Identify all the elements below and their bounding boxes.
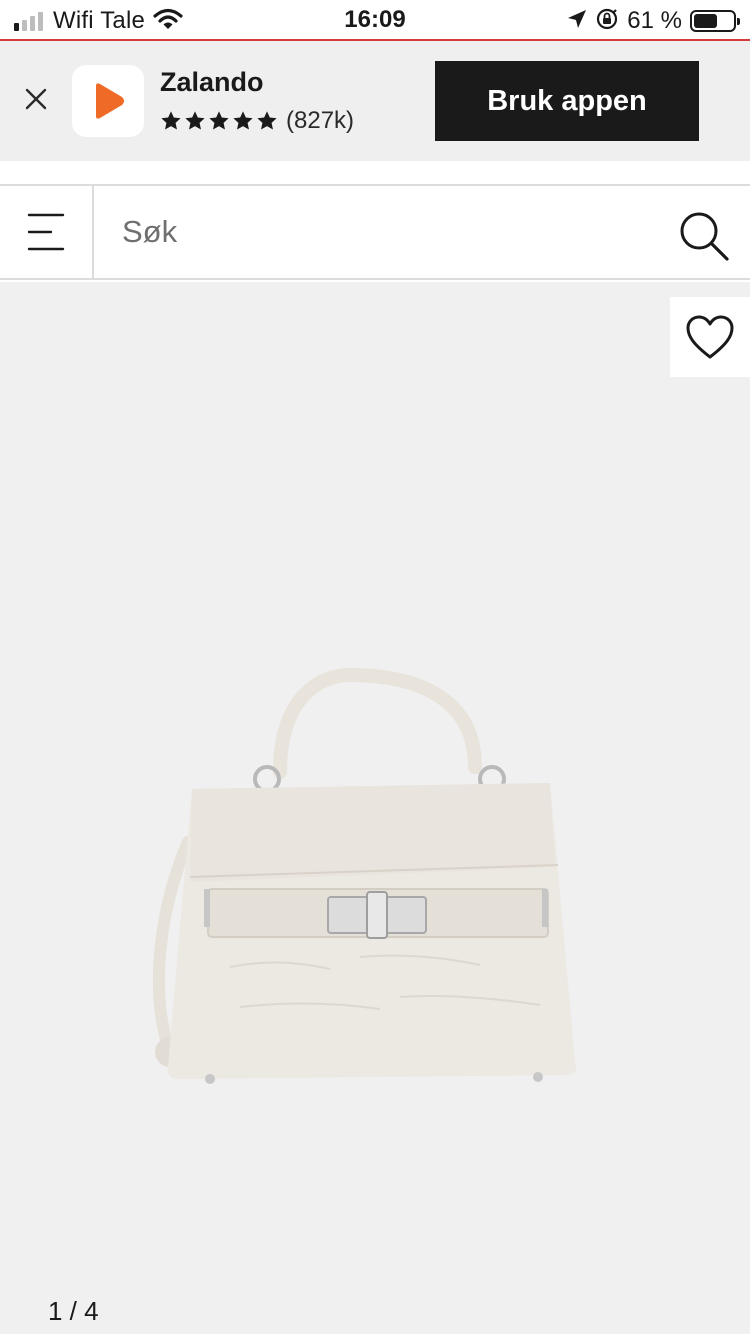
search-header: [0, 184, 750, 280]
image-page-indicator: 1 / 4: [48, 1296, 99, 1326]
rating-stars: [160, 110, 278, 132]
search-input[interactable]: [120, 208, 640, 256]
star-icon: [185, 111, 205, 130]
hamburger-menu-icon: [27, 213, 65, 251]
close-banner-button[interactable]: [20, 83, 52, 115]
rotation-lock-icon: [595, 7, 619, 36]
app-rating: (827k): [160, 107, 354, 135]
location-icon: [567, 9, 587, 34]
status-right: 61 %: [567, 6, 740, 36]
battery-percent: 61 %: [627, 7, 682, 34]
star-icon: [257, 111, 277, 130]
status-bar: Wifi Tale 16:09 61 %: [0, 0, 750, 41]
app-banner: Zalando (827k) Bruk appen: [0, 41, 750, 161]
rating-count: (827k): [286, 107, 355, 134]
open-app-button[interactable]: Bruk appen: [435, 61, 699, 141]
search-button[interactable]: [676, 208, 732, 264]
star-icon: [233, 111, 253, 130]
app-name: Zalando: [160, 67, 264, 97]
menu-button[interactable]: [0, 186, 94, 278]
star-icon: [161, 111, 181, 130]
close-icon: [25, 88, 47, 110]
product-gallery[interactable]: 1 / 4: [0, 282, 750, 1334]
search-icon: [680, 212, 729, 261]
wishlist-button[interactable]: [670, 297, 750, 377]
star-icon: [209, 111, 229, 130]
battery-icon: [690, 10, 740, 32]
zalando-logo-icon: [96, 83, 124, 119]
app-logo: [72, 65, 144, 137]
battery-fill: [694, 14, 718, 28]
banner-spacer: [0, 161, 750, 184]
heart-icon: [686, 315, 734, 359]
handbag-icon: [152, 667, 577, 1084]
